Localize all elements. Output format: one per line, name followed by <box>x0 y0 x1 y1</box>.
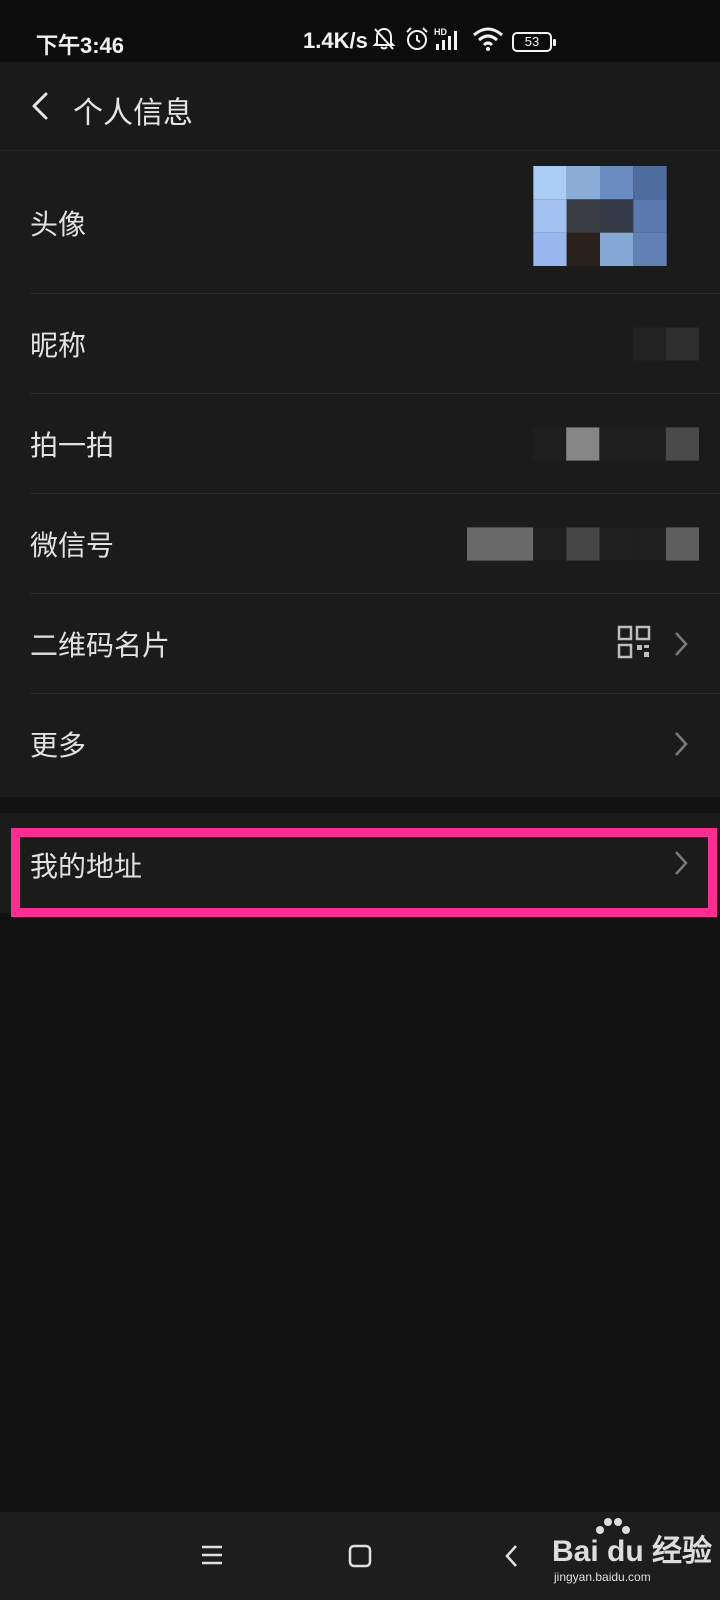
alarm-icon <box>406 27 428 50</box>
row-label-wechat-id: 微信号 <box>30 529 115 562</box>
pat-value-blurred <box>533 427 699 461</box>
my-address-row[interactable]: 我的地址 <box>0 813 720 913</box>
status-time: 下午3:46 <box>36 33 125 58</box>
profile-info-list: 头像 昵称 拍一拍 微信号 二维码名片 更多 <box>0 151 720 797</box>
row-label-nickname: 昵称 <box>30 329 87 362</box>
battery-icon: 53 <box>512 32 556 52</box>
page-title: 个人信息 <box>73 96 193 131</box>
menu-icon[interactable] <box>198 1542 226 1568</box>
chevron-right-icon <box>675 851 688 875</box>
mute-bell-icon <box>372 27 396 50</box>
address-group: 我的地址 <box>0 813 720 913</box>
watermark-url: jingyan.baidu.com <box>554 1570 651 1584</box>
avatar <box>533 166 667 266</box>
row-label-qr-code: 二维码名片 <box>30 629 171 662</box>
network-speed: 1.4K/s <box>303 28 368 53</box>
header-bar: 个人信息 <box>0 62 720 151</box>
wifi-icon <box>473 27 503 51</box>
wechat-id-row[interactable]: 微信号 <box>0 494 720 594</box>
nickname-row[interactable]: 昵称 <box>0 294 720 394</box>
back-chevron-left-icon[interactable] <box>22 86 62 126</box>
chevron-right-icon <box>675 732 688 756</box>
row-label-my-address: 我的地址 <box>30 850 143 883</box>
row-label-avatar: 头像 <box>30 208 87 241</box>
home-icon[interactable] <box>346 1542 374 1570</box>
pat-pat-row[interactable]: 拍一拍 <box>0 394 720 494</box>
back-icon[interactable] <box>500 1542 524 1570</box>
watermark-brand: Bai du 经验 <box>552 1535 713 1568</box>
svg-text:HD: HD <box>434 27 447 37</box>
more-row[interactable]: 更多 <box>0 694 720 794</box>
chevron-right-icon <box>675 632 688 656</box>
nickname-value-blurred <box>633 327 699 361</box>
hd-signal-icon: HD <box>434 27 457 50</box>
baidu-watermark: Bai du 经验 jingyan.baidu.com <box>552 1516 717 1596</box>
qr-code-icon <box>617 625 651 659</box>
qr-code-card-row[interactable]: 二维码名片 <box>0 594 720 694</box>
row-label-pat: 拍一拍 <box>30 429 115 462</box>
status-bar: 下午3:46 1.4K/s HD 53 <box>0 0 720 62</box>
row-label-more: 更多 <box>30 729 87 762</box>
avatar-row[interactable]: 头像 <box>0 151 720 294</box>
wechat-id-value-blurred <box>467 527 699 561</box>
